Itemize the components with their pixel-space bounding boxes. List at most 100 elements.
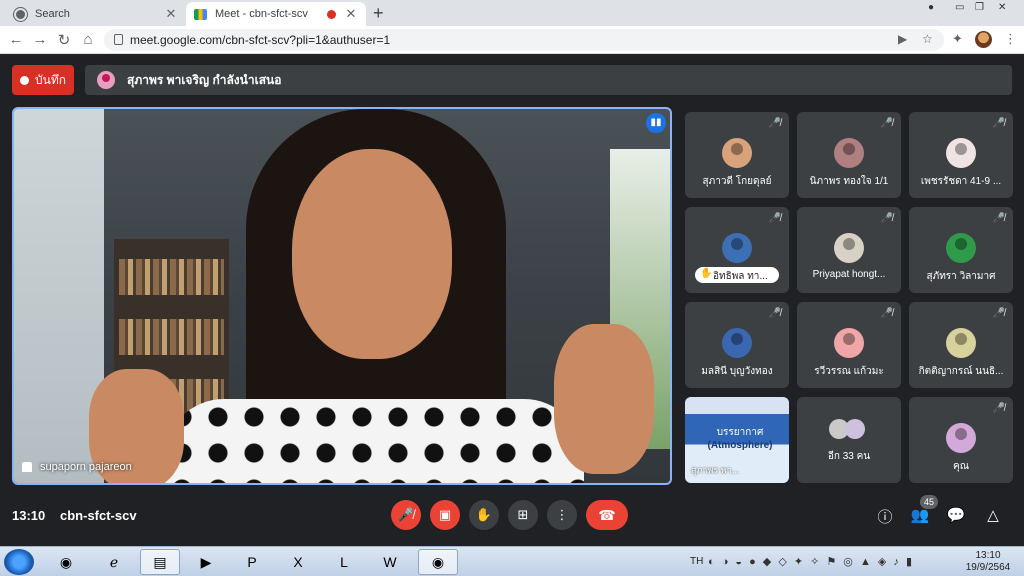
close-window-icon[interactable]: ✕: [998, 2, 1006, 13]
meeting-details-icon[interactable]: ⓘ: [875, 506, 895, 527]
excel-icon[interactable]: X: [278, 549, 318, 575]
participant-avatar: [722, 233, 752, 263]
home-icon[interactable]: ⌂: [80, 31, 96, 48]
windows-start-icon[interactable]: [4, 549, 34, 575]
raise-hand-button[interactable]: ✋: [469, 500, 499, 530]
raised-hand-icon: ✋: [700, 268, 713, 279]
taskbar-clock[interactable]: 13:10 19/9/2564: [960, 550, 1016, 574]
menu-icon[interactable]: ⋮: [1004, 31, 1017, 47]
new-tab-button[interactable]: +: [373, 3, 384, 24]
system-tray-icons[interactable]: ◐ ◑ ◒ ● ◆ ◇ ✦ ✧ ⚑ ◎ ▲ ◈ ♪ ▮: [708, 555, 914, 568]
participant-name: มลสินี บุญวังทอง: [701, 366, 773, 377]
presenter-avatar: [97, 71, 115, 89]
participant-avatar: [946, 138, 976, 168]
participant-tile[interactable]: 🎤̸ เพชรรัชดา 41-9 ...: [909, 112, 1013, 198]
mic-off-icon: 🎤̸: [880, 213, 893, 224]
mic-off-icon: 🎤̸: [880, 308, 893, 319]
more-participants-avatars: [829, 419, 869, 439]
screen: Search ✕ Meet - cbn-sfct-scv ✕ + ● ▭ ❐ ✕…: [0, 0, 1024, 576]
activities-icon[interactable]: △: [983, 506, 1003, 524]
globe-icon: [14, 7, 27, 21]
presentation-tile[interactable]: บรรยากาศ (Atmosphere) สุภาพร พา...: [685, 397, 789, 483]
input-language[interactable]: TH: [690, 556, 703, 567]
tab-search-menu-icon[interactable]: ●: [928, 2, 934, 13]
mic-off-icon: 🎤̸: [992, 403, 1005, 414]
minimize-icon[interactable]: ▭: [955, 2, 964, 13]
reload-icon[interactable]: ↻: [56, 31, 72, 49]
camera-toggle-button[interactable]: ▣: [430, 500, 460, 530]
participant-tile[interactable]: 🎤̸ นิภาพร ทองใจ 1/1: [797, 112, 901, 198]
media-player-icon[interactable]: ▶: [186, 549, 226, 575]
main-speaker-video[interactable]: ▮▮ supaporn pajareon: [12, 107, 672, 485]
presenter-banner: สุภาพร พาเจริญ กำลังนำเสนอ: [85, 65, 1012, 95]
participant-tile[interactable]: 🎤̸ สุภัทรา วิลามาศ: [909, 207, 1013, 293]
taskbar-time: 13:10: [975, 550, 1001, 561]
recording-icon: [327, 9, 336, 19]
participant-avatar: [946, 233, 976, 263]
more-participants-tile[interactable]: อีก 33 คน: [797, 397, 901, 483]
browser-toolbar: ← → ↻ ⌂ meet.google.com/cbn-sfct-scv?pli…: [0, 26, 1024, 54]
chat-icon[interactable]: 💬: [946, 506, 966, 524]
leave-call-button[interactable]: ☎: [586, 500, 628, 530]
participant-name: นิภาพร ทองใจ 1/1: [809, 176, 889, 187]
record-button[interactable]: บันทึก: [12, 65, 74, 95]
participant-avatar: [834, 328, 864, 358]
back-icon[interactable]: ←: [8, 31, 24, 48]
participant-name: กิตติญากรณ์ นนธิ...: [918, 366, 1004, 377]
participant-name: Priyapat hongt...: [812, 269, 886, 280]
chrome-active-icon[interactable]: ◉: [418, 549, 458, 575]
forward-icon[interactable]: →: [32, 31, 48, 48]
self-name: คุณ: [953, 461, 969, 472]
record-dot-icon: [20, 75, 29, 85]
tab-title: Search: [35, 8, 70, 20]
participant-tile[interactable]: 🎤̸ สุภาวดี โกยดุลย์: [685, 112, 789, 198]
file-explorer-icon[interactable]: ▤: [140, 549, 180, 575]
camera-indicator-icon[interactable]: ▶: [898, 32, 907, 46]
self-tile[interactable]: 🎤̸ คุณ: [909, 397, 1013, 483]
chrome-taskbar-icon[interactable]: ◉: [46, 549, 86, 575]
speaking-indicator-icon: ▮▮: [646, 113, 666, 133]
profile-avatar[interactable]: [975, 31, 992, 48]
presentation-owner-name: สุภาพร พา...: [691, 465, 740, 475]
line-icon[interactable]: L: [324, 549, 364, 575]
speaker-face: [292, 149, 452, 359]
internet-explorer-icon[interactable]: ℯ: [94, 549, 134, 575]
url-text: meet.google.com/cbn-sfct-scv?pli=1&authu…: [130, 33, 391, 47]
presentation-subtitle: (Atmosphere): [707, 440, 773, 451]
mic-toggle-button[interactable]: 🎤̸: [391, 500, 421, 530]
participant-tile[interactable]: 🎤̸ กิตติญากรณ์ นนธิ...: [909, 302, 1013, 388]
participant-name: เพชรรัชดา 41-9 ...: [920, 176, 1002, 187]
record-label: บันทึก: [35, 72, 66, 87]
mic-off-icon: 🎤̸: [992, 308, 1005, 319]
extensions-icon[interactable]: ✦: [952, 31, 963, 47]
meet-icon: [194, 8, 207, 20]
main-speaker-name: supaporn pajareon: [22, 461, 132, 473]
meeting-clock: 13:10: [12, 508, 46, 523]
mic-off-icon: 🎤̸: [992, 213, 1005, 224]
participant-tile[interactable]: 🎤̸ รวีวรรณ แก้วมะ: [797, 302, 901, 388]
participant-tile[interactable]: 🎤̸ Priyapat hongt...: [797, 207, 901, 293]
more-participants-label: อีก 33 คน: [827, 451, 871, 462]
close-icon[interactable]: ✕: [164, 6, 178, 22]
mic-off-icon: 🎤̸: [880, 118, 893, 129]
mic-off-icon: 🎤̸: [768, 118, 781, 129]
participant-tile[interactable]: 🎤̸ มลสินี บุญวังทอง: [685, 302, 789, 388]
close-icon[interactable]: ✕: [344, 6, 358, 22]
present-now-button[interactable]: ⊞: [508, 500, 538, 530]
tab-meet[interactable]: Meet - cbn-sfct-scv ✕: [186, 2, 366, 26]
address-bar[interactable]: meet.google.com/cbn-sfct-scv?pli=1&authu…: [104, 29, 944, 51]
tab-search[interactable]: Search ✕: [6, 2, 186, 26]
presentation-title: บรรยากาศ: [716, 427, 764, 438]
participant-name: สุภาวดี โกยดุลย์: [702, 176, 772, 187]
pin-icon[interactable]: [22, 462, 32, 472]
bookmark-star-icon[interactable]: ☆: [922, 32, 933, 46]
participant-avatar: [722, 328, 752, 358]
restore-icon[interactable]: ❐: [975, 2, 984, 13]
tab-title: Meet - cbn-sfct-scv: [215, 8, 308, 20]
word-icon[interactable]: W: [370, 549, 410, 575]
participant-tile[interactable]: 🎤̸ ✋ อิทธิพล ทา...: [685, 207, 789, 293]
powerpoint-icon[interactable]: P: [232, 549, 272, 575]
speaker-polka-dot-top: [164, 399, 584, 483]
more-options-button[interactable]: ⋮: [547, 500, 577, 530]
browser-tab-strip: Search ✕ Meet - cbn-sfct-scv ✕ + ● ▭ ❐ ✕: [0, 0, 1024, 26]
